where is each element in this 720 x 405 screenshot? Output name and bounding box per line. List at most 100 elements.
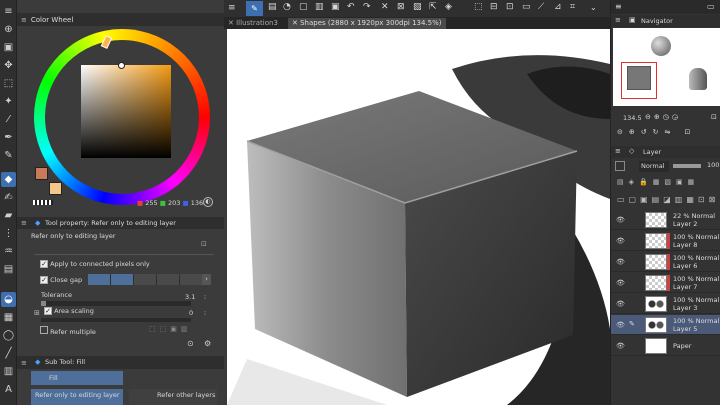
saturation-value-square[interactable] bbox=[81, 65, 171, 158]
zoom-buttons[interactable]: ⊖⊕◷◶ bbox=[645, 113, 681, 121]
close-gap-row[interactable]: ✓ Close gap bbox=[40, 276, 82, 284]
gradient-tool-icon[interactable]: ▤ bbox=[1, 262, 16, 277]
sub-color-swatch[interactable] bbox=[49, 182, 62, 195]
fit-icon[interactable]: ⊡ bbox=[711, 113, 717, 121]
panel-menu-icon[interactable]: ≡ bbox=[21, 16, 27, 24]
area-scaling-row[interactable]: ✓ Area scaling bbox=[44, 307, 94, 315]
close-gap-option-4[interactable] bbox=[157, 274, 179, 285]
visibility-eye-icon[interactable]: 👁 bbox=[616, 279, 625, 287]
hand-tool-icon[interactable]: ▣ bbox=[1, 40, 16, 55]
lock-icon[interactable]: ⊡ bbox=[201, 240, 207, 248]
tool-property-menu-icon[interactable]: ≡ bbox=[21, 219, 27, 227]
canvas-tool-icon[interactable]: ✎ bbox=[246, 1, 263, 16]
transparent-swatch[interactable] bbox=[33, 200, 53, 205]
brush-tool-icon[interactable]: ✍ bbox=[1, 190, 16, 205]
close-gap-option-2[interactable] bbox=[111, 274, 133, 285]
panel-toggle-icon[interactable]: ▭ bbox=[707, 2, 715, 11]
move-tool-icon[interactable]: ✥ bbox=[1, 58, 16, 73]
layer-row[interactable]: 👁 22 % Normal Layer 2 bbox=[611, 210, 720, 230]
navigator-menu-icon[interactable]: ≡ bbox=[615, 16, 621, 24]
clear-outside-icon[interactable]: ⊠ bbox=[397, 2, 405, 12]
drawing-canvas[interactable] bbox=[227, 29, 610, 405]
layer-color-icon[interactable] bbox=[615, 161, 625, 171]
main-color-swatch[interactable] bbox=[35, 167, 48, 180]
info-icon[interactable]: ⊙ bbox=[187, 339, 194, 348]
tab-close-icon[interactable]: ✕ bbox=[228, 19, 234, 27]
grid-snap-icon[interactable]: ⌗ bbox=[570, 2, 575, 12]
opacity-slider[interactable] bbox=[673, 164, 701, 168]
undo-icon[interactable]: ↶ bbox=[347, 2, 355, 12]
close-gap-selector[interactable] bbox=[88, 274, 208, 285]
apply-connected-checkbox[interactable]: ✓ bbox=[40, 260, 48, 268]
selection-tool-icon[interactable]: ⬚ bbox=[1, 76, 16, 91]
fill-tool-icon[interactable]: ◆ bbox=[1, 172, 16, 187]
refer-multiple-options[interactable]: ⬚⬚▣▥ bbox=[149, 325, 191, 333]
tab-close-icon[interactable]: ✕ bbox=[292, 19, 298, 27]
visibility-eye-icon[interactable]: 👁 bbox=[616, 237, 625, 245]
color-picker-handle[interactable] bbox=[118, 62, 125, 69]
zoom-tool-icon[interactable]: ⊕ bbox=[1, 22, 16, 37]
layer-row[interactable]: 👁 Paper bbox=[611, 336, 720, 356]
blend-mode-select[interactable]: Normal bbox=[639, 161, 669, 172]
wrench-icon[interactable]: ⚙ bbox=[204, 339, 211, 348]
tolerance-settings-icon[interactable]: ⁝ bbox=[204, 293, 206, 301]
color-settings-icon[interactable]: ◐ bbox=[203, 197, 213, 207]
layer-property-icon[interactable]: ▤ bbox=[268, 2, 277, 12]
ruler-tool-icon[interactable]: ╱ bbox=[1, 346, 16, 361]
clear-icon[interactable]: ✕ bbox=[381, 2, 389, 12]
tab-illustration3[interactable]: ✕ Illustration3 bbox=[224, 18, 282, 29]
select-all-icon[interactable]: ⬚ bbox=[474, 2, 483, 12]
pencil-tool-icon[interactable]: ✎ bbox=[1, 148, 16, 163]
magic-wand-icon[interactable]: ✦ bbox=[1, 94, 16, 109]
close-gap-chevron-icon[interactable]: › bbox=[202, 274, 211, 285]
ruler-snap-icon[interactable]: ⟋ bbox=[538, 2, 544, 12]
area-scaling-settings-icon[interactable]: ⁝ bbox=[204, 309, 206, 317]
sub-tool-menu-icon[interactable]: ≡ bbox=[21, 359, 27, 367]
sub-tool-refer-other[interactable]: Refer other layers bbox=[129, 389, 217, 405]
fill-icon[interactable]: ▧ bbox=[413, 2, 422, 12]
airbrush-tool-icon[interactable]: ⋮ bbox=[1, 226, 16, 241]
refer-multiple-row[interactable]: Refer multiple bbox=[40, 326, 96, 336]
visibility-eye-icon[interactable]: 👁 bbox=[616, 216, 625, 224]
sub-tool-fill[interactable]: Fill bbox=[31, 371, 123, 385]
show-selection-icon[interactable]: ▭ bbox=[522, 2, 531, 12]
save-icon[interactable]: ▣ bbox=[331, 2, 340, 12]
close-gap-checkbox[interactable]: ✓ bbox=[40, 276, 48, 284]
snap-icon[interactable]: ⊿ bbox=[554, 2, 562, 12]
panel-menu-icon[interactable]: ≡ bbox=[615, 2, 622, 11]
layer-lock-row[interactable]: ▤◈🔒▦▨▣▦ bbox=[617, 178, 720, 188]
layer-row[interactable]: 👁 100 % Normal Layer 3 bbox=[611, 294, 720, 314]
layer-row[interactable]: 👁 100 % Normal Layer 6 bbox=[611, 252, 720, 272]
tolerance-slider[interactable] bbox=[41, 301, 191, 306]
fill-bucket-icon[interactable]: ◒ bbox=[1, 292, 16, 307]
layer-actions-row[interactable]: ▭▢▣▤◪▥▦⊡⊠ bbox=[617, 195, 720, 207]
visibility-eye-icon[interactable]: 👁 bbox=[616, 342, 625, 350]
main-menu-icon[interactable]: ≡ bbox=[228, 3, 236, 13]
close-gap-option-3[interactable] bbox=[134, 274, 156, 285]
sub-tool-refer-editing[interactable]: Refer only to editing layer bbox=[31, 389, 123, 405]
eyedropper-icon[interactable]: ⁄ bbox=[1, 112, 16, 127]
navigator-preview[interactable] bbox=[613, 28, 720, 106]
layer-row[interactable]: 👁 100 % Normal Layer 8 bbox=[611, 231, 720, 251]
layer-row[interactable]: 👁 ✎ 100 % Normal Layer 5 bbox=[611, 315, 720, 335]
invert-selection-icon[interactable]: ⊡ bbox=[506, 2, 514, 12]
pen-tool-icon[interactable]: ✒ bbox=[1, 130, 16, 145]
navigator-flip-controls[interactable]: ⊝⊕↺↻⇋ ⊡ bbox=[617, 128, 717, 140]
text-tool-icon[interactable]: A bbox=[1, 382, 16, 397]
eraser-tool-icon[interactable]: ▰ bbox=[1, 208, 16, 223]
redo-icon[interactable]: ↷ bbox=[363, 2, 371, 12]
new-canvas-icon[interactable]: ▢ bbox=[299, 2, 308, 12]
apply-connected-row[interactable]: ✓ Apply to connected pixels only bbox=[40, 260, 150, 268]
visibility-eye-icon[interactable]: 👁 bbox=[616, 300, 625, 308]
layer-row[interactable]: 👁 100 % Normal Layer 7 bbox=[611, 273, 720, 293]
visibility-eye-icon[interactable]: 👁 bbox=[616, 258, 625, 266]
visibility-eye-icon[interactable]: 👁 bbox=[616, 321, 625, 329]
navigator-viewport-frame[interactable] bbox=[621, 62, 657, 99]
deselect-icon[interactable]: ⊟ bbox=[490, 2, 498, 12]
blend-tool-icon[interactable]: ♒ bbox=[1, 244, 16, 259]
transform-icon[interactable]: ⇱ bbox=[429, 2, 437, 12]
close-gap-option-1[interactable] bbox=[88, 274, 110, 285]
figure-tool-icon[interactable]: ◯ bbox=[1, 328, 16, 343]
area-scaling-slider[interactable] bbox=[41, 318, 191, 322]
area-scaling-checkbox[interactable]: ✓ bbox=[44, 307, 52, 315]
